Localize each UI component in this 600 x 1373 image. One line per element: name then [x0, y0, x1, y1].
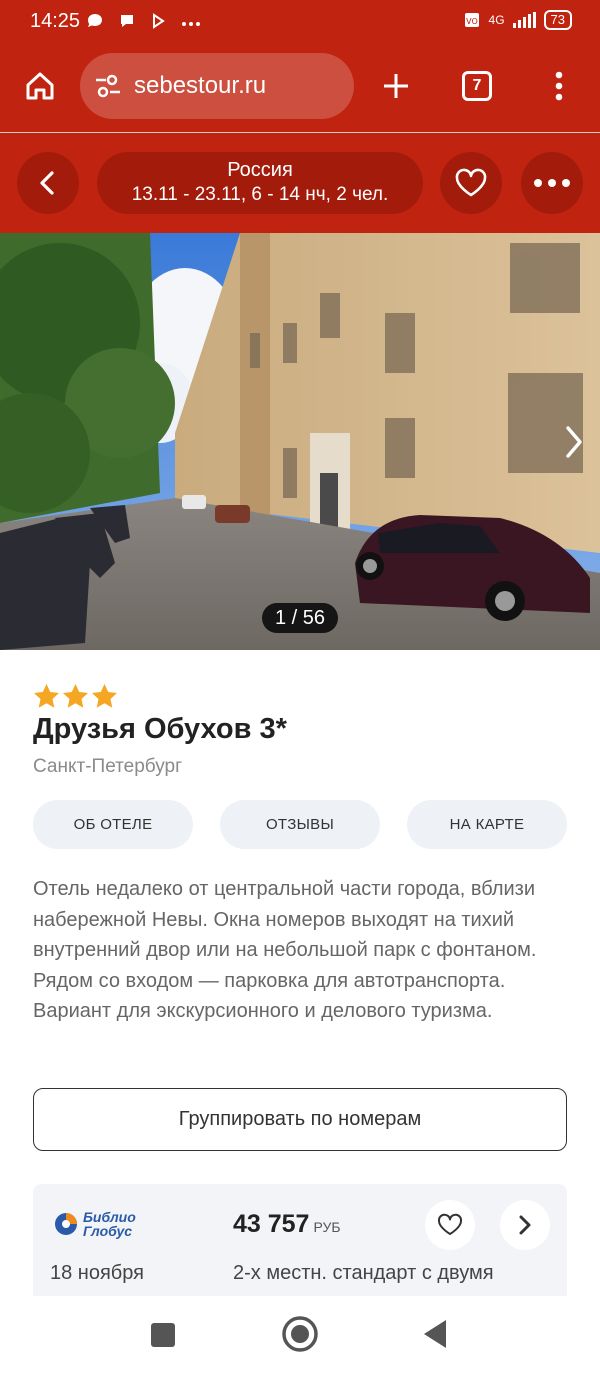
- offer-card[interactable]: Библио Глобус 43 757 РУБ 18 ноября 2-х ме…: [33, 1184, 567, 1296]
- home-icon[interactable]: [20, 66, 60, 106]
- offer-date: 18 ноября: [50, 1262, 144, 1284]
- hotel-name: Друзья Обухов 3*: [33, 713, 287, 745]
- circle-home-icon: [282, 1316, 318, 1352]
- system-nav-bar: [0, 1296, 600, 1373]
- more-button[interactable]: [521, 152, 583, 214]
- chevron-left-icon: [40, 171, 54, 195]
- square-icon: [151, 1323, 175, 1347]
- more-dots-icon: [182, 22, 200, 26]
- price-currency: РУБ: [313, 1219, 341, 1235]
- tab-about-hotel[interactable]: ОБ ОТЕЛЕ: [33, 800, 193, 849]
- notification-icons: [86, 12, 202, 30]
- search-params: 13.11 - 23.11, 6 - 14 нч, 2 чел.: [131, 184, 389, 205]
- tab-count: 7: [462, 71, 492, 101]
- offer-open-button[interactable]: [500, 1200, 550, 1250]
- chat-icon: [121, 15, 133, 27]
- battery-icon: 73: [543, 10, 572, 30]
- search-summary[interactable]: Россия 13.11 - 23.11, 6 - 14 нч, 2 чел.: [97, 152, 423, 214]
- system-icons: VO 4G 73: [463, 10, 572, 30]
- hotel-description: Отель недалеко от центральной части горо…: [33, 878, 537, 1022]
- home-nav-button[interactable]: [281, 1315, 319, 1358]
- operator-name-line2: Глобус: [83, 1223, 133, 1239]
- heart-icon: [437, 1213, 463, 1235]
- new-tab-icon[interactable]: [378, 68, 414, 104]
- hotel-photo[interactable]: [0, 233, 600, 650]
- network-type: 4G: [488, 13, 505, 27]
- price-value: 43 757: [233, 1210, 310, 1238]
- message-icon: [88, 14, 102, 27]
- site-header: Россия 13.11 - 23.11, 6 - 14 нч, 2 чел.: [0, 133, 600, 233]
- recent-apps-button[interactable]: [149, 1321, 177, 1354]
- photo-counter: 1 / 56: [262, 603, 338, 633]
- tab-reviews[interactable]: ОТЗЫВЫ: [220, 800, 380, 849]
- hotel-stars: [33, 683, 118, 709]
- back-button[interactable]: [17, 152, 79, 214]
- chevron-right-icon: [519, 1215, 531, 1235]
- browser-menu-icon[interactable]: [546, 68, 572, 104]
- triangle-back-icon: [424, 1320, 446, 1348]
- tab-switcher-button[interactable]: 7: [462, 71, 492, 101]
- chevron-right-icon: [566, 426, 582, 458]
- next-photo-button[interactable]: [560, 424, 586, 465]
- operator-logo: Библио Глобус: [53, 1210, 136, 1238]
- heart-icon: [455, 168, 487, 197]
- url-text: sebestour.ru: [134, 72, 267, 99]
- tab-map[interactable]: НА КАРТЕ: [407, 800, 567, 849]
- offer-room-type: 2-х местн. стандарт с двумя: [233, 1262, 494, 1284]
- status-bar: 14:25 VO 4G 73: [0, 0, 600, 44]
- site-settings-icon[interactable]: [94, 73, 122, 99]
- svg-text:VO: VO: [466, 17, 478, 26]
- play-icon: [153, 13, 165, 29]
- address-bar[interactable]: sebestour.ru: [80, 53, 354, 119]
- back-nav-button[interactable]: [420, 1318, 450, 1355]
- browser-toolbar: sebestour.ru 7: [0, 44, 600, 132]
- offer-favorite-button[interactable]: [425, 1200, 475, 1250]
- star-icon: [63, 684, 88, 708]
- status-time: 14:25: [30, 10, 81, 32]
- favorite-button[interactable]: [440, 152, 502, 214]
- operator-name-line1: Библио: [83, 1209, 136, 1225]
- star-icon: [92, 684, 117, 708]
- star-icon: [34, 684, 59, 708]
- group-by-rooms-button[interactable]: Группировать по номерам: [33, 1088, 567, 1151]
- search-country: Россия: [227, 159, 293, 181]
- signal-icon: [512, 12, 536, 28]
- hotel-city: Санкт-Петербург: [33, 756, 183, 777]
- offer-price: 43 757 РУБ: [233, 1210, 341, 1239]
- biblio-globus-logo-icon: [55, 1213, 77, 1235]
- vibrate-icon: VO: [464, 13, 479, 27]
- more-horizontal-icon: [534, 179, 570, 187]
